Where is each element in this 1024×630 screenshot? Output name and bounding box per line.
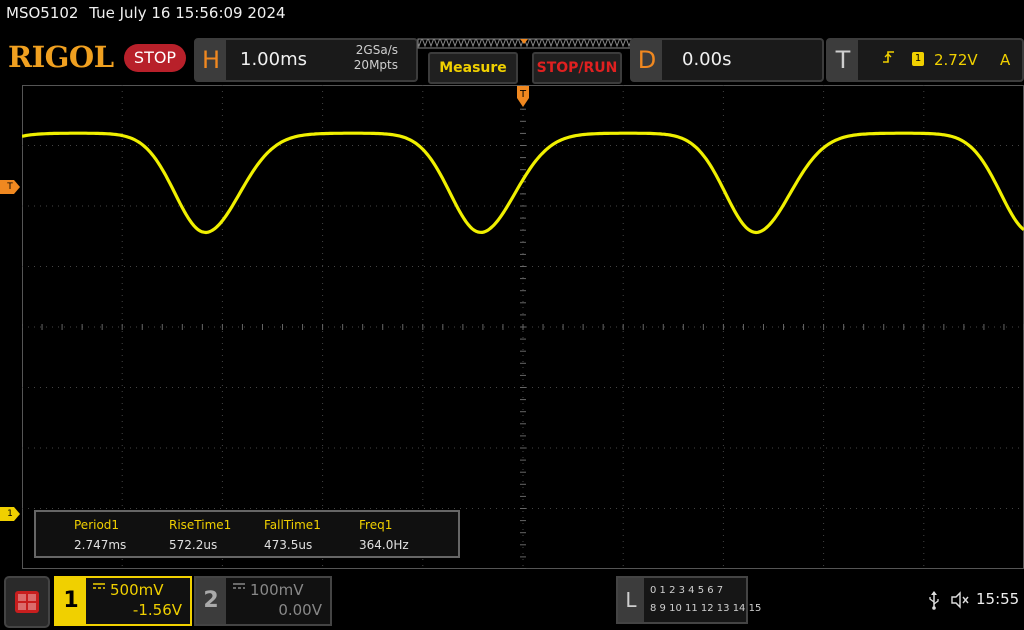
- channel1-offset: -1.56V: [132, 601, 182, 619]
- sample-rate: 2GSa/s: [355, 43, 398, 57]
- brand-logo: RIGOL: [8, 40, 114, 74]
- dc-coupling-icon: [233, 583, 245, 589]
- measurement-value: 364.0Hz: [359, 538, 409, 552]
- channel1-settings[interactable]: 1 500mV -1.56V: [54, 576, 192, 626]
- channel1-scale: 500mV: [110, 581, 164, 599]
- sample-rate-info: 2GSa/s 20Mpts: [342, 43, 398, 73]
- delay-box[interactable]: D 0.00s: [630, 38, 824, 82]
- trigger-mode: A: [1000, 51, 1011, 69]
- memory-position-strip: [417, 38, 633, 49]
- main-menu-button[interactable]: [4, 576, 50, 628]
- measurement-value: 473.5us: [264, 538, 313, 552]
- channel2-offset: 0.00V: [278, 601, 322, 619]
- model-name: MSO5102: [6, 4, 79, 22]
- logic-channels-row1: 0 1 2 3 4 5 6 7: [650, 585, 724, 596]
- measurement-value: 572.2us: [169, 538, 218, 552]
- channel2-settings[interactable]: 2 100mV 0.00V: [194, 576, 332, 626]
- graticule: [22, 85, 1024, 569]
- channel2-scale: 100mV: [250, 581, 304, 599]
- delay-label: D: [632, 40, 662, 80]
- dc-coupling-icon: [93, 583, 105, 589]
- horizontal-label: H: [196, 40, 226, 80]
- usb-icon: [929, 591, 939, 610]
- stop-run-button[interactable]: STOP/RUN: [532, 52, 622, 84]
- measurement-panel: Period1 2.747ms RiseTime1 572.2us FallTi…: [34, 510, 460, 558]
- grid-menu-icon: [15, 591, 39, 613]
- channel1-number: 1: [56, 578, 86, 624]
- channel1-offset-marker[interactable]: 1: [0, 507, 20, 521]
- channel2-number: 2: [196, 578, 226, 624]
- measurement-label: FallTime1: [264, 518, 321, 532]
- logic-analyzer-label: L: [618, 578, 644, 622]
- logic-analyzer-settings[interactable]: L 0 1 2 3 4 5 6 7 8 9 10 11 12 13 14 15: [616, 576, 761, 624]
- clock: 15:55: [976, 590, 1020, 608]
- measurement-label: Period1: [74, 518, 120, 532]
- title-line: MSO5102 Tue July 16 15:56:09 2024: [6, 4, 292, 22]
- trigger-level: 2.72V: [934, 51, 978, 69]
- datetime: Tue July 16 15:56:09 2024: [89, 4, 286, 22]
- logic-channels-row2: 8 9 10 11 12 13 14 15: [650, 603, 762, 614]
- rising-edge-icon: [883, 51, 894, 63]
- measure-button[interactable]: Measure: [428, 52, 518, 84]
- timebase-value: 1.00ms: [240, 49, 307, 70]
- trigger-label: T: [828, 40, 858, 80]
- run-state-button[interactable]: STOP: [124, 44, 186, 72]
- measurement-period: Period1 2.747ms: [74, 518, 169, 552]
- waveform-display[interactable]: [22, 85, 1024, 569]
- measurement-risetime: RiseTime1 572.2us: [169, 518, 264, 552]
- svg-text:T: T: [519, 89, 527, 100]
- measurement-value: 2.747ms: [74, 538, 127, 552]
- trigger-level-marker[interactable]: T: [0, 180, 20, 194]
- speaker-muted-icon[interactable]: [950, 590, 970, 610]
- trigger-source-badge: 1: [912, 52, 924, 66]
- measurement-label: Freq1: [359, 518, 393, 532]
- trigger-position-marker[interactable]: T: [516, 86, 530, 112]
- measurement-falltime: FallTime1 473.5us: [264, 518, 359, 552]
- delay-value: 0.00s: [682, 49, 732, 70]
- horizontal-timebase-box[interactable]: H 1.00ms 2GSa/s 20Mpts: [194, 38, 418, 82]
- measurement-frequency: Freq1 364.0Hz: [359, 518, 454, 552]
- memory-depth: 20Mpts: [353, 58, 398, 72]
- measurement-label: RiseTime1: [169, 518, 232, 532]
- trigger-box[interactable]: T 1 2.72V A: [826, 38, 1024, 82]
